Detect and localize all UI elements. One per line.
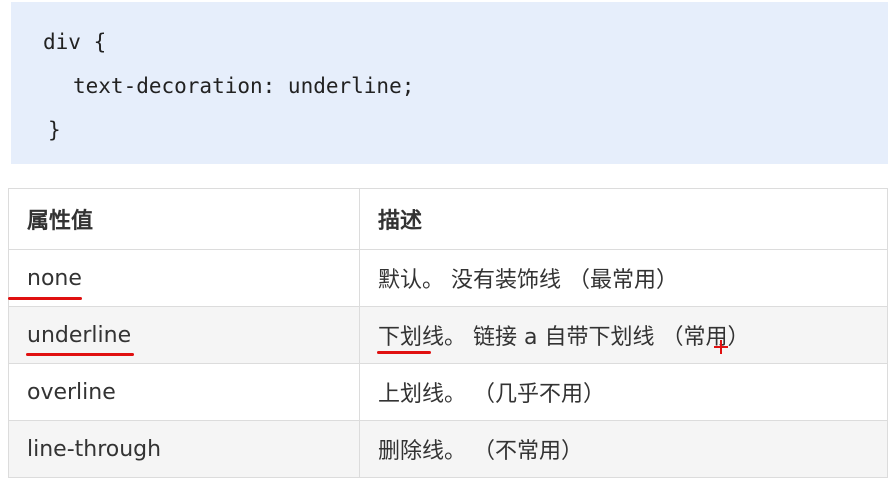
red-underline-mark-none (8, 297, 82, 300)
table-row: none 默认。 没有装饰线 （最常用） (8, 249, 888, 307)
red-underline-mark-underline (26, 353, 134, 356)
cell-value: line-through (8, 420, 360, 478)
description-text: 删除线。 （不常用） (378, 439, 583, 464)
value-text: none (27, 265, 82, 291)
table-header-row: 属性值 描述 (8, 188, 888, 250)
value-text: underline (27, 322, 132, 348)
table-row: overline 上划线。 （几乎不用） (8, 363, 888, 421)
table-row: underline 下划线。 链接 a 自带下划线 （常用） (8, 306, 888, 364)
table-row: line-through 删除线。 （不常用） (8, 420, 888, 478)
value-text: overline (27, 379, 116, 405)
header-property-value: 属性值 (8, 188, 360, 250)
cell-description: 默认。 没有装饰线 （最常用） (359, 249, 888, 307)
description-text: 下划线。 链接 a 自带下划线 （常用） (378, 325, 750, 350)
value-text: line-through (27, 436, 162, 462)
red-underline-mark-xiahuaxian (377, 351, 431, 354)
description-text: 默认。 没有装饰线 （最常用） (378, 268, 678, 293)
code-block: div { text-decoration: underline; } (11, 2, 888, 164)
description-text: 上划线。 （几乎不用） (378, 382, 605, 407)
code-line-close-brace: } (48, 118, 61, 142)
cell-description: 下划线。 链接 a 自带下划线 （常用） (359, 306, 888, 364)
cell-value: overline (8, 363, 360, 421)
cell-description: 删除线。 （不常用） (359, 420, 888, 478)
red-plus-cursor-icon (714, 340, 728, 354)
code-line-selector: div { (43, 30, 107, 54)
property-table: 属性值 描述 none 默认。 没有装饰线 （最常用） underline 下划… (8, 188, 888, 478)
cell-description: 上划线。 （几乎不用） (359, 363, 888, 421)
header-description: 描述 (359, 188, 888, 250)
code-line-declaration: text-decoration: underline; (73, 74, 415, 98)
